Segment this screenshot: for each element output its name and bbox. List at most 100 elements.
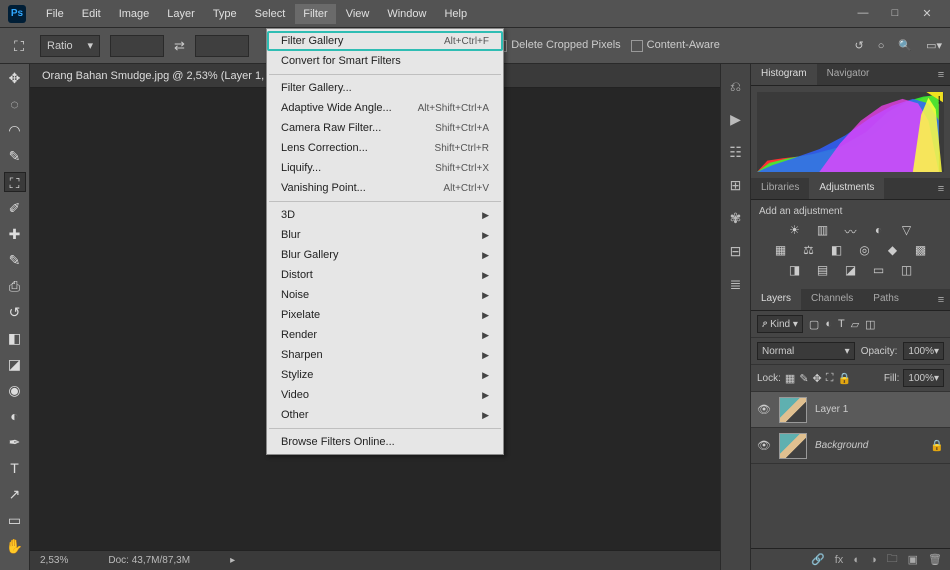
shape-tool-icon[interactable]: ▭ [4, 510, 26, 530]
visibility-toggle-icon[interactable]: 👁 [757, 403, 771, 416]
menu-item[interactable]: Filter Gallery... [267, 78, 503, 98]
menu-view[interactable]: View [338, 4, 378, 24]
filter-pixel-icon[interactable]: ▢ [809, 318, 819, 331]
tab-paths[interactable]: Paths [863, 289, 909, 310]
menu-item-submenu[interactable]: Blur Gallery▶ [267, 245, 503, 265]
commit-icon[interactable]: ○ [878, 40, 885, 52]
filter-type-icon[interactable]: T [838, 318, 845, 330]
panel-menu-icon[interactable]: ≡ [932, 289, 950, 310]
posterize-adjust-icon[interactable]: ▤ [815, 263, 831, 277]
crop-tool-indicator-icon[interactable]: ⛶ [8, 36, 30, 56]
layer-row[interactable]: 👁 Background 🔒 [751, 428, 950, 464]
gradient-tool-icon[interactable]: ◪ [4, 354, 26, 374]
gradientmap-adjust-icon[interactable]: ▭ [871, 263, 887, 277]
properties-panel-icon[interactable]: ☷ [729, 144, 742, 161]
menu-type[interactable]: Type [205, 4, 245, 24]
brightness-adjust-icon[interactable]: ☀ [787, 223, 803, 237]
type-tool-icon[interactable]: T [4, 458, 26, 478]
menu-image[interactable]: Image [111, 4, 158, 24]
lasso-tool-icon[interactable]: ◠ [4, 120, 26, 140]
menu-item-submenu[interactable]: Other▶ [267, 405, 503, 425]
menu-item-submenu[interactable]: Stylize▶ [267, 365, 503, 385]
new-layer-icon[interactable]: ▣ [908, 553, 918, 566]
layer-row[interactable]: 👁 Layer 1 [751, 392, 950, 428]
document-tab[interactable]: Orang Bahan Smudge.jpg @ 2,53% (Layer 1,… [42, 70, 284, 82]
tab-navigator[interactable]: Navigator [817, 64, 880, 85]
actions-panel-icon[interactable]: ▶ [730, 111, 741, 128]
menu-item[interactable]: Adaptive Wide Angle...Alt+Shift+Ctrl+A [267, 98, 503, 118]
dodge-tool-icon[interactable]: ◐ [4, 406, 26, 426]
ratio-w-input[interactable] [110, 35, 164, 57]
history-brush-icon[interactable]: ↺ [4, 302, 26, 322]
blur-tool-icon[interactable]: ◉ [4, 380, 26, 400]
lock-pixels-icon[interactable]: ✎ [799, 372, 808, 385]
hand-tool-icon[interactable]: ✋ [4, 536, 26, 556]
blend-mode-dropdown[interactable]: Normal▾ [757, 342, 855, 360]
menu-layer[interactable]: Layer [159, 4, 203, 24]
reset-icon[interactable]: ↺ [855, 39, 864, 52]
invert-adjust-icon[interactable]: ◨ [787, 263, 803, 277]
layer-name[interactable]: Background [815, 440, 922, 451]
eyedropper-tool-icon[interactable]: ✐ [4, 198, 26, 218]
layer-thumbnail[interactable] [779, 397, 807, 423]
bw-adjust-icon[interactable]: ◧ [829, 243, 845, 257]
paragraph-panel-icon[interactable]: ≣ [730, 276, 742, 293]
photofilter-adjust-icon[interactable]: ◎ [857, 243, 873, 257]
menu-file[interactable]: File [38, 4, 72, 24]
opacity-input[interactable]: 100%▾ [903, 342, 944, 360]
new-group-icon[interactable]: 🗀 [887, 550, 898, 569]
menu-item[interactable]: Camera Raw Filter...Shift+Ctrl+A [267, 118, 503, 138]
menu-item-filter-gallery-last[interactable]: Filter Gallery Alt+Ctrl+F [267, 31, 503, 51]
threshold-adjust-icon[interactable]: ◪ [843, 263, 859, 277]
menu-item-browse-online[interactable]: Browse Filters Online... [267, 432, 503, 452]
layer-thumbnail[interactable] [779, 433, 807, 459]
exposure-adjust-icon[interactable]: ◐ [871, 223, 887, 237]
new-fill-icon[interactable]: ◑ [870, 554, 877, 566]
status-chevron-icon[interactable]: ▸ [230, 555, 235, 566]
swatches-panel-icon[interactable]: ⊟ [730, 243, 742, 260]
tab-adjustments[interactable]: Adjustments [809, 178, 884, 199]
menu-item-convert-smart[interactable]: Convert for Smart Filters [267, 51, 503, 71]
menu-item[interactable]: Liquify...Shift+Ctrl+X [267, 158, 503, 178]
pen-tool-icon[interactable]: ✒ [4, 432, 26, 452]
menu-item-submenu[interactable]: Pixelate▶ [267, 305, 503, 325]
ratio-dropdown[interactable]: Ratio▾ [40, 35, 100, 57]
crop-tool-icon[interactable]: ⛶ [4, 172, 26, 192]
tab-channels[interactable]: Channels [801, 289, 863, 310]
menu-window[interactable]: Window [379, 4, 434, 24]
history-panel-icon[interactable]: ⎌ [730, 78, 741, 95]
levels-adjust-icon[interactable]: ▥ [815, 223, 831, 237]
close-button[interactable]: ✕ [918, 7, 936, 20]
panel-menu-icon[interactable]: ≡ [932, 64, 950, 85]
menu-item-submenu[interactable]: Video▶ [267, 385, 503, 405]
move-tool-icon[interactable]: ✥ [4, 68, 26, 88]
lock-artboard-icon[interactable]: ⛶ [826, 372, 834, 385]
search-icon[interactable]: 🔍 [898, 39, 912, 52]
menu-item[interactable]: Vanishing Point...Alt+Ctrl+V [267, 178, 503, 198]
filter-smart-icon[interactable]: ◫ [865, 318, 875, 331]
curves-adjust-icon[interactable]: 〰 [843, 223, 859, 237]
layer-kind-dropdown[interactable]: ዖ Kind ▾ [757, 315, 803, 333]
path-tool-icon[interactable]: ↗ [4, 484, 26, 504]
menu-filter[interactable]: Filter [295, 4, 335, 24]
brushes-panel-icon[interactable]: ✾ [730, 210, 742, 227]
tab-libraries[interactable]: Libraries [751, 178, 809, 199]
stamp-tool-icon[interactable]: ⎙ [4, 276, 26, 296]
menu-item-submenu[interactable]: Render▶ [267, 325, 503, 345]
workspace-switcher-icon[interactable]: ▭▾ [926, 39, 942, 52]
lock-all-icon[interactable]: 🔒 [837, 372, 851, 385]
hue-adjust-icon[interactable]: ▦ [773, 243, 789, 257]
delete-cropped-check[interactable]: Delete Cropped Pixels [495, 39, 620, 51]
panel-menu-icon[interactable]: ≡ [932, 178, 950, 199]
menu-help[interactable]: Help [436, 4, 475, 24]
menu-item-submenu[interactable]: 3D▶ [267, 205, 503, 225]
brush-tool-icon[interactable]: ✎ [4, 250, 26, 270]
menu-select[interactable]: Select [247, 4, 294, 24]
character-panel-icon[interactable]: ⊞ [730, 177, 742, 194]
tab-layers[interactable]: Layers [751, 289, 801, 310]
layer-name[interactable]: Layer 1 [815, 404, 944, 415]
layer-mask-icon[interactable]: ◐ [853, 554, 860, 566]
tab-histogram[interactable]: Histogram [751, 64, 817, 85]
eraser-tool-icon[interactable]: ◧ [4, 328, 26, 348]
menu-item-submenu[interactable]: Blur▶ [267, 225, 503, 245]
